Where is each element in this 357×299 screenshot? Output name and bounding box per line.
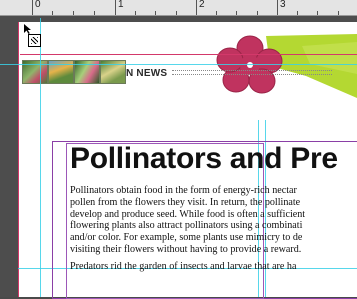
article-title[interactable]: Pollinators and Pre [70,142,338,176]
frame-marker-icon[interactable] [28,34,41,47]
dotted-frame-edge [172,70,332,71]
ruler-minor-tick [155,11,156,15]
horizontal-ruler[interactable]: 0 1 2 3 [0,0,357,16]
ruler-minor-tick [52,11,53,15]
ruler-minor-tick [317,11,318,15]
ruler-major-tick [277,0,278,15]
dotted-frame-edge [172,74,332,75]
ruler-minor-tick [216,11,217,15]
ruler-minor-tick [176,11,177,15]
ruler-major-tick [32,0,33,15]
ruler-label-3: 3 [280,0,286,10]
ruler-minor-tick [297,11,298,15]
body-line: Predators rid the garden of insects and … [70,260,297,272]
body-line: develop and produce seed. While food is … [70,208,306,220]
body-line: visiting their flowers without having to… [70,243,302,255]
flower-petal [216,47,244,73]
ruler-label-2: 2 [199,0,205,10]
flower-pistil [247,62,253,68]
margin-guide-top [20,54,357,55]
ruler-minor-tick [257,11,258,15]
ruler-minor-tick [338,11,339,15]
flower-graphic[interactable] [214,34,286,96]
body-line: Pollinators obtain food in the form of e… [70,185,297,196]
ruler-minor-tick [73,11,74,15]
newsletter-masthead-label[interactable]: N NEWS [126,68,167,79]
ruler-label-1: 1 [118,0,124,10]
article-body[interactable]: Pollinators obtain food in the form of e… [70,185,357,273]
ruler-major-tick [196,0,197,15]
ruler-label-0: 0 [35,0,41,10]
body-line: pollen from the flowers they visit. In r… [70,196,301,208]
ruler-minor-tick [94,11,95,15]
ruler-minor-tick [236,11,237,15]
cursor-arrow-icon [24,24,31,34]
ruler-guide-horizontal[interactable] [0,64,357,65]
body-line: flowering plants also attract pollinator… [70,220,303,232]
body-line: and/or color. For example, some plants u… [70,232,303,244]
ruler-major-tick [115,0,116,15]
ruler-minor-tick [135,11,136,15]
column-guide[interactable] [40,18,41,297]
